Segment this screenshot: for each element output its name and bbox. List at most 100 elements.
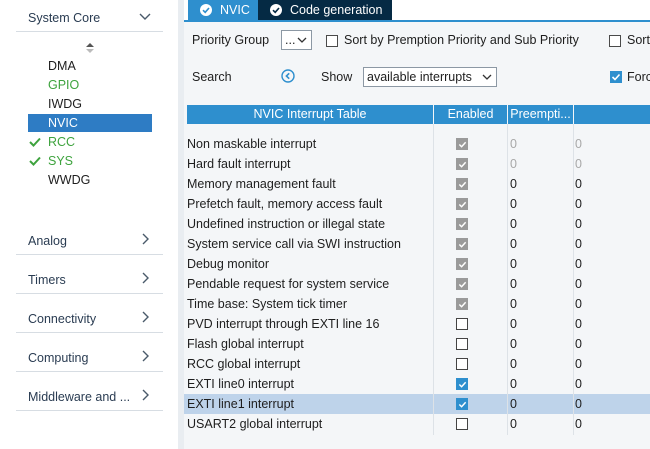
category-system-core[interactable]: System Core	[16, 5, 163, 32]
sub-priority[interactable]: 0	[575, 254, 635, 274]
preemption-priority[interactable]: 0	[510, 274, 570, 294]
enabled-checkbox	[456, 138, 468, 150]
header-label: Preempti...	[510, 107, 571, 121]
category-analog[interactable]: Analog	[16, 228, 163, 255]
column-header-sub-priority[interactable]	[574, 105, 650, 124]
peripheral-gpio[interactable]: GPIO	[28, 76, 152, 94]
enabled-checkbox[interactable]	[456, 398, 468, 410]
table-row[interactable]: USART2 global interrupt 0 0	[184, 414, 650, 434]
table-row[interactable]: Hard fault interrupt 0 0	[184, 154, 650, 174]
table-row[interactable]: Undefined instruction or illegal state 0 0	[184, 214, 650, 234]
enabled-checkbox[interactable]	[456, 358, 468, 370]
header-label: NVIC Interrupt Table	[253, 107, 367, 121]
sub-priority[interactable]: 0	[575, 274, 635, 294]
force-checkbox[interactable]	[610, 71, 622, 83]
sub-priority[interactable]: 0	[575, 414, 635, 434]
sub-priority[interactable]: 0	[575, 374, 635, 394]
interrupt-name: Flash global interrupt	[187, 337, 304, 351]
show-select[interactable]: available interrupts	[363, 67, 497, 87]
category-timers[interactable]: Timers	[16, 267, 163, 294]
interrupt-name: RCC global interrupt	[187, 357, 301, 371]
check-circle-icon	[270, 4, 282, 16]
peripheral-wwdg[interactable]: WWDG	[28, 171, 152, 189]
table-row[interactable]: Memory management fault 0 0	[184, 174, 650, 194]
check-icon	[458, 201, 467, 208]
sub-priority[interactable]: 0	[575, 394, 635, 414]
preemption-priority[interactable]: 0	[510, 314, 570, 334]
check-icon	[458, 161, 467, 168]
priority-group-select[interactable]: ...	[281, 30, 312, 50]
sort-priority-checkbox[interactable]	[326, 35, 338, 47]
preemption-priority[interactable]: 0	[510, 234, 570, 254]
preemption-priority[interactable]: 0	[510, 354, 570, 374]
sub-priority[interactable]: 0	[575, 174, 635, 194]
preemption-priority[interactable]: 0	[510, 374, 570, 394]
enabled-checkbox	[456, 198, 468, 210]
enabled-checkbox[interactable]	[456, 418, 468, 430]
peripheral-label: DMA	[48, 59, 76, 73]
preemption-priority[interactable]: 0	[510, 214, 570, 234]
interrupt-name: Pendable request for system service	[187, 277, 390, 291]
table-row[interactable]: Non maskable interrupt 0 0	[184, 134, 650, 154]
force-label: Forc	[627, 70, 650, 84]
table-row[interactable]: EXTI line0 interrupt 0 0	[184, 374, 650, 394]
interrupt-name: Non maskable interrupt	[187, 137, 317, 151]
sub-priority[interactable]: 0	[575, 194, 635, 214]
interrupt-name: Time base: System tick timer	[187, 297, 347, 311]
table-row[interactable]: Prefetch fault, memory access fault 0 0	[184, 194, 650, 214]
tab-code-generation[interactable]: Code generation	[258, 0, 392, 20]
preemption-priority[interactable]: 0	[510, 174, 570, 194]
category-middleware[interactable]: Middleware and ...	[16, 384, 163, 411]
preemption-priority[interactable]: 0	[510, 254, 570, 274]
peripheral-nvic[interactable]: NVIC	[28, 114, 152, 132]
sub-priority[interactable]: 0	[575, 314, 635, 334]
table-row[interactable]: Pendable request for system service 0 0	[184, 274, 650, 294]
preemption-priority[interactable]: 0	[510, 334, 570, 354]
table-row[interactable]: PVD interrupt through EXTI line 16 0 0	[184, 314, 650, 334]
category-connectivity[interactable]: Connectivity	[16, 306, 163, 333]
sort-checkbox-2[interactable]	[609, 35, 621, 47]
category-computing[interactable]: Computing	[16, 345, 163, 372]
preemption-priority[interactable]: 0	[510, 194, 570, 214]
peripheral-rcc[interactable]: RCC	[28, 133, 152, 151]
check-icon	[458, 281, 467, 288]
interrupt-name: Memory management fault	[187, 177, 336, 191]
table-row[interactable]: Flash global interrupt 0 0	[184, 334, 650, 354]
sort-arrows-icon[interactable]	[85, 42, 95, 54]
peripheral-dma[interactable]: DMA	[28, 57, 152, 75]
sub-priority[interactable]: 0	[575, 234, 635, 254]
interrupt-name: PVD interrupt through EXTI line 16	[187, 317, 380, 331]
search-prev-icon[interactable]	[281, 69, 295, 83]
preemption-priority[interactable]: 0	[510, 414, 570, 434]
enabled-checkbox[interactable]	[456, 318, 468, 330]
check-icon	[458, 181, 467, 188]
table-row[interactable]: EXTI line1 interrupt 0 0	[184, 394, 650, 414]
check-icon	[458, 241, 467, 248]
sub-priority[interactable]: 0	[575, 354, 635, 374]
show-value: available interrupts	[367, 70, 472, 84]
priority-group-value: ...	[285, 33, 296, 47]
enabled-checkbox	[456, 238, 468, 250]
enabled-checkbox[interactable]	[456, 378, 468, 390]
peripheral-iwdg[interactable]: IWDG	[28, 95, 152, 113]
tab-nvic[interactable]: NVIC	[188, 0, 258, 20]
table-row[interactable]: Debug monitor 0 0	[184, 254, 650, 274]
interrupt-name: EXTI line0 interrupt	[187, 377, 294, 391]
sort-priority-label: Sort by Premption Priority and Sub Prior…	[344, 33, 579, 47]
sub-priority[interactable]: 0	[575, 294, 635, 314]
sub-priority[interactable]: 0	[575, 214, 635, 234]
column-header-enabled[interactable]: Enabled	[434, 105, 507, 124]
peripheral-sys[interactable]: SYS	[28, 152, 152, 170]
column-header-preemption[interactable]: Preempti...	[508, 105, 573, 124]
table-row[interactable]: System service call via SWI instruction 0…	[184, 234, 650, 254]
interrupt-name: System service call via SWI instruction	[187, 237, 401, 251]
table-row[interactable]: RCC global interrupt 0 0	[184, 354, 650, 374]
table-row[interactable]: Time base: System tick timer 0 0	[184, 294, 650, 314]
check-icon	[611, 73, 621, 81]
sub-priority[interactable]: 0	[575, 334, 635, 354]
preemption-priority[interactable]: 0	[510, 394, 570, 414]
enabled-checkbox[interactable]	[456, 338, 468, 350]
column-header-interrupt[interactable]: NVIC Interrupt Table	[187, 105, 433, 124]
interrupt-name: Prefetch fault, memory access fault	[187, 197, 383, 211]
preemption-priority[interactable]: 0	[510, 294, 570, 314]
